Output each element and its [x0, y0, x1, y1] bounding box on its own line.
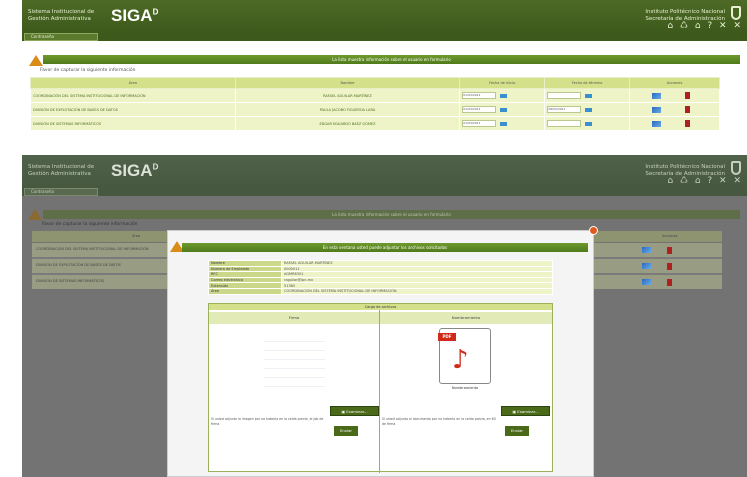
signature-preview: [264, 333, 325, 387]
table-row: DIVISIÓN DE EXPLOTACIÓN DE BASES DE DATO…: [30, 102, 720, 117]
nombramiento-send-button[interactable]: Enviar: [505, 426, 529, 436]
nombramiento-help-text: Si usted adjunto el documento por no hab…: [382, 417, 496, 426]
table-row: DIVISIÓN DE SISTEMAS INFORMÁTICOS EDGAR …: [30, 116, 720, 131]
cell-nombre: RAFAEL AGUILAR MARTÍNEZ: [234, 88, 461, 103]
firma-help-text: Si usted adjunto la imagen por no haberl…: [211, 417, 324, 426]
end-date-input[interactable]: [547, 92, 582, 99]
cell-area: COORDINACIÓN DEL SISTEMA INSTITUCIONAL D…: [30, 88, 236, 103]
nav-bar: Contraseña: [22, 33, 747, 41]
pdf-logo-icon: ♪: [452, 345, 469, 375]
file-upload-section: Carga de archivos Firma ▣ Examinar... Si…: [208, 303, 553, 473]
delete-icon[interactable]: [685, 106, 691, 113]
delete-icon[interactable]: [685, 92, 691, 99]
calendar-icon[interactable]: [500, 107, 508, 112]
edit-icon[interactable]: [652, 92, 662, 99]
start-date-input[interactable]: 01/03/2011: [462, 106, 497, 113]
warning-icon: [29, 55, 43, 66]
toolbar-icons[interactable]: ⌂ ♺ ⌂ ? ✕ ✕: [667, 21, 743, 31]
cell-nombre: PAULA JACOBO FIGUEROA LARA: [234, 102, 461, 117]
firma-examinar-label: Examinar...: [346, 409, 368, 414]
dimmed-edit-icon: [642, 247, 651, 253]
firma-header: Firma: [209, 312, 379, 324]
dimmed-nav: Contraseña: [22, 188, 747, 196]
calendar-icon[interactable]: [585, 121, 593, 126]
org-title-line1: Instituto Politécnico Nacional: [645, 9, 725, 15]
app-window: Sistema Institucional de Gestión Adminis…: [22, 0, 747, 41]
nombramiento-examinar-button[interactable]: ▣ Examinar...: [501, 406, 550, 416]
dimmed-delete-icon: [667, 263, 672, 270]
cell-nombre: EDGAR EDUARDO BAEZ GÓMEZ: [234, 116, 461, 131]
pdf-label: Nombramiento: [451, 386, 479, 390]
calendar-icon[interactable]: [500, 93, 508, 98]
dimmed-edit-icon: [642, 263, 651, 269]
assignments-table: Área Nombre Fecha de inicio Fecha de tér…: [30, 77, 720, 131]
col-area: Área: [30, 77, 236, 89]
col-inicio: Fecha de inicio: [459, 77, 546, 89]
dimmed-warning-icon: [28, 209, 42, 220]
dimmed-panel-bar: La lista muestra información sobre el us…: [43, 210, 740, 219]
dimmed-row2-area: DIVISIÓN DE EXPLOTACIÓN DE BASES DE DATO…: [36, 263, 121, 267]
dimmed-delete-icon: [667, 279, 672, 286]
end-date-input[interactable]: [547, 120, 582, 127]
institution-crest-icon: [731, 6, 741, 20]
logo-text: SIGA: [111, 6, 153, 25]
end-date-input[interactable]: 28/03/2011: [547, 106, 582, 113]
dimmed-toolbar-icons: ⌂ ♺ ⌂ ? ✕ ✕: [667, 176, 743, 186]
table-row: COORDINACIÓN DEL SISTEMA INSTITUCIONAL D…: [30, 88, 720, 103]
dimmed-org-line1: Instituto Politécnico Nacional: [645, 164, 725, 170]
dimmed-section-label: Favor de capturar la siguiente informaci…: [42, 222, 138, 227]
dimmed-header: Sistema Institucional de Gestión Adminis…: [22, 155, 747, 188]
dimmed-col-area: Área: [132, 234, 141, 238]
employee-info-table: Nombre RAFAEL AGUILAR MARTÍNEZ Número de …: [208, 260, 553, 295]
pdf-tag: PDF: [438, 333, 456, 341]
dimmed-logo-sup: D: [152, 162, 159, 172]
start-date-input[interactable]: 01/03/2011: [462, 92, 497, 99]
panel-title-bar: La lista muestra información sobre el us…: [43, 55, 740, 64]
edit-icon[interactable]: [652, 120, 662, 127]
firma-examinar-button[interactable]: ▣ Examinar...: [330, 406, 379, 416]
calendar-icon[interactable]: [585, 93, 593, 98]
logo-sup: D: [152, 7, 159, 17]
close-icon[interactable]: [589, 226, 598, 235]
col-nombre: Nombre: [234, 77, 461, 89]
nombramiento-header: Nombramiento: [380, 312, 552, 324]
delete-icon[interactable]: [685, 120, 691, 127]
nombramiento-column: Nombramiento PDF ♪ Nombramiento ▣ Examin…: [380, 310, 552, 473]
dimmed-siga-logo: SIGAD: [111, 161, 158, 181]
firma-send-button[interactable]: Enviar: [334, 426, 358, 436]
edit-icon[interactable]: [652, 106, 662, 113]
start-date-input[interactable]: 01/03/2011: [462, 120, 497, 127]
upload-modal: En esta ventana usted puede adjuntar los…: [167, 226, 598, 477]
app-header: Sistema Institucional de Gestión Adminis…: [22, 0, 747, 33]
cell-area: DIVISIÓN DE SISTEMAS INFORMÁTICOS: [30, 116, 236, 131]
dimmed-edit-icon: [642, 279, 651, 285]
calendar-icon[interactable]: [500, 121, 508, 126]
dimmed-tab: Contraseña: [24, 188, 98, 196]
section-label: Favor de capturar la siguiente informaci…: [40, 68, 136, 73]
field-value: COORDINACIÓN DEL SISTEMA INSTITUCIONAL D…: [281, 288, 553, 295]
dimmed-row1-area: COORDINACIÓN DEL SISTEMA INSTITUCIONAL D…: [36, 247, 149, 251]
cell-area: DIVISIÓN DE EXPLOTACIÓN DE BASES DE DATO…: [30, 102, 236, 117]
col-termino: Fecha de término: [544, 77, 631, 89]
dimmed-logo-text: SIGA: [111, 161, 153, 180]
dimmed-crest-icon: [731, 161, 741, 175]
dimmed-delete-icon: [667, 247, 672, 254]
pdf-file-icon: PDF ♪: [438, 328, 491, 384]
calendar-icon[interactable]: [585, 107, 593, 112]
col-acciones: Acciones: [629, 77, 720, 89]
dimmed-row3-area: DIVISIÓN DE SISTEMAS INFORMÁTICOS: [36, 279, 105, 283]
modal-title: En esta ventana usted puede adjuntar los…: [182, 243, 588, 252]
field-label: Área: [208, 288, 282, 295]
firma-column: Firma ▣ Examinar... Si usted adjunto la …: [209, 310, 380, 473]
tab-contrasena[interactable]: Contraseña: [24, 33, 98, 41]
nomb-examinar-label: Examinar...: [517, 409, 539, 414]
dimmed-col-acciones: Acciones: [662, 234, 678, 238]
siga-logo: SIGAD: [111, 6, 158, 26]
